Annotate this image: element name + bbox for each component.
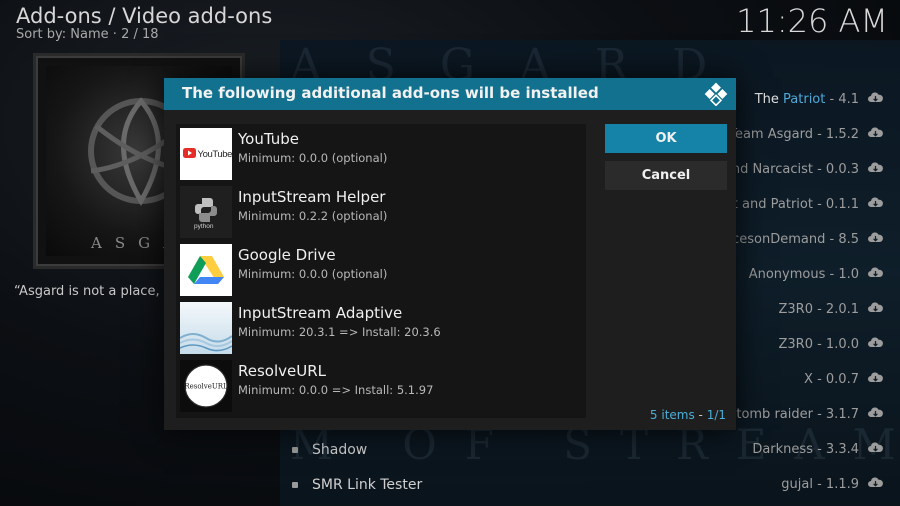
cloud-download-icon bbox=[867, 231, 884, 248]
addon-list-item[interactable]: SMR Link Tester gujal - 1.1.9 bbox=[280, 467, 900, 502]
cloud-download-icon bbox=[867, 91, 884, 108]
cloud-download-icon bbox=[867, 301, 884, 318]
cloud-download-icon bbox=[867, 126, 884, 143]
list-position: 2 / 18 bbox=[121, 27, 159, 42]
addon-author-prefix: tomb raider - 3.1.7 bbox=[736, 407, 859, 422]
sort-label: Sort by: Name bbox=[16, 27, 109, 42]
addon-name: Shadow bbox=[312, 441, 368, 458]
page-separator: - bbox=[694, 408, 707, 422]
clock: 11:26 AM bbox=[736, 2, 888, 40]
addon-author-prefix: Darkness - 3.3.4 bbox=[752, 442, 859, 457]
addon-author-prefix: gujal - 1.1.9 bbox=[781, 477, 859, 492]
dependency-item-youtube[interactable]: YouTube YouTube Minimum: 0.0.0 (optional… bbox=[178, 126, 584, 181]
addon-author-version: RacesonDemand - 8.5 bbox=[715, 232, 859, 247]
page-indicator: 1/1 bbox=[706, 408, 726, 422]
python-logo-text: python bbox=[194, 223, 214, 230]
addon-author-prefix: Anonymous - 1.0 bbox=[748, 267, 859, 282]
cloud-download-icon bbox=[867, 196, 884, 213]
addon-description: “Asgard is not a place, it” bbox=[14, 284, 164, 299]
addon-list-item-right: Z3R0 - 2.0.1 bbox=[778, 301, 884, 318]
cloud-download-icon bbox=[867, 441, 884, 458]
dependency-item-resolveurl[interactable]: ResolveURL ResolveURL Minimum: 0.0.0 => … bbox=[178, 358, 584, 413]
resolveurl-thumbnail: ResolveURL bbox=[180, 360, 232, 412]
addon-author-prefix: X - 0.0.7 bbox=[804, 372, 859, 387]
page-title: Add-ons / Video add-ons bbox=[16, 4, 273, 28]
addon-author-version: Team Asgard - 1.5.2 bbox=[729, 127, 859, 142]
addon-list-item-right: Team Asgard - 1.5.2 bbox=[729, 126, 884, 143]
dependency-version: Minimum: 0.0.0 (optional) bbox=[238, 151, 388, 165]
cloud-download-icon bbox=[867, 406, 884, 423]
item-count: 5 items - 1/1 bbox=[650, 408, 726, 422]
addon-name: SMR Link Tester bbox=[312, 476, 423, 493]
addon-list-item-right: gujal - 1.1.9 bbox=[781, 476, 884, 493]
resolveurl-logo-text: ResolveURL bbox=[184, 383, 228, 391]
addon-author-prefix: Z3R0 - 1.0.0 bbox=[778, 337, 859, 352]
bullet-icon bbox=[292, 446, 298, 453]
cancel-button[interactable]: Cancel bbox=[605, 161, 727, 190]
addon-version: - 4.1 bbox=[825, 92, 859, 107]
addon-author-version: Z3R0 - 2.0.1 bbox=[778, 302, 859, 317]
addon-list-item-right: Darkness - 3.3.4 bbox=[752, 441, 884, 458]
cloud-download-icon bbox=[867, 476, 884, 493]
addon-author-prefix: RacesonDemand - 8.5 bbox=[715, 232, 859, 247]
addon-author-prefix: Team Asgard - 1.5.2 bbox=[729, 127, 859, 142]
dependency-name: ResolveURL bbox=[238, 362, 327, 380]
addon-list-item-right: Anonymous - 1.0 bbox=[749, 266, 884, 283]
cloud-download-icon bbox=[867, 161, 884, 178]
dependency-version: Minimum: 0.0.0 => Install: 5.1.97 bbox=[238, 383, 434, 397]
dependency-version: Minimum: 20.3.1 => Install: 20.3.6 bbox=[238, 325, 441, 339]
sort-info: Sort by: Name · 2 / 18 bbox=[16, 27, 159, 42]
cloud-download-icon bbox=[867, 266, 884, 283]
cloud-download-icon bbox=[867, 336, 884, 353]
python-thumbnail: python bbox=[180, 186, 232, 238]
addon-author-version: The Patriot - 4.1 bbox=[755, 92, 859, 107]
youtube-logo-text: YouTube bbox=[198, 149, 233, 160]
dependency-version: Minimum: 0.0.0 (optional) bbox=[238, 267, 388, 281]
addon-author-version: gujal - 1.1.9 bbox=[781, 477, 859, 492]
dependency-name: InputStream Helper bbox=[238, 188, 386, 206]
bullet-icon bbox=[292, 481, 298, 488]
addon-list-item-right: Z3R0 - 1.0.0 bbox=[778, 336, 884, 353]
install-dependencies-dialog: The following additional add-ons will be… bbox=[164, 78, 736, 430]
addon-author-prefix: The bbox=[754, 92, 784, 107]
dependency-version: Minimum: 0.2.2 (optional) bbox=[238, 209, 388, 223]
dependency-item-inputstream-helper[interactable]: python InputStream Helper Minimum: 0.2.2… bbox=[178, 184, 584, 239]
addon-list-item-right: X - 0.0.7 bbox=[804, 371, 884, 388]
ok-button[interactable]: OK bbox=[605, 124, 727, 153]
addon-list-item-left: SMR Link Tester bbox=[292, 477, 422, 493]
addon-author-highlight: Patriot bbox=[783, 92, 826, 107]
dependency-name: Google Drive bbox=[238, 246, 336, 264]
addon-author-version: Anonymous - 1.0 bbox=[749, 267, 859, 282]
addon-author-prefix: Z3R0 - 2.0.1 bbox=[778, 302, 859, 317]
addon-author-version: Z3R0 - 1.0.0 bbox=[778, 337, 859, 352]
addon-list-item-right: The Patriot - 4.1 bbox=[755, 91, 884, 108]
addon-author-version: X - 0.0.7 bbox=[804, 372, 859, 387]
dependency-name: YouTube bbox=[238, 130, 299, 148]
youtube-thumbnail: YouTube bbox=[180, 128, 232, 180]
inputstream-adaptive-thumbnail bbox=[180, 302, 232, 354]
addon-list-item-right: tomb raider - 3.1.7 bbox=[736, 406, 884, 423]
google-drive-thumbnail bbox=[180, 244, 232, 296]
item-count-total: 5 items bbox=[649, 408, 695, 422]
dependency-list: YouTube YouTube Minimum: 0.0.0 (optional… bbox=[176, 124, 586, 418]
dialog-header: The following additional add-ons will be… bbox=[164, 78, 736, 110]
dependency-item-inputstream-adaptive[interactable]: InputStream Adaptive Minimum: 20.3.1 => … bbox=[178, 300, 584, 355]
dialog-title: The following additional add-ons will be… bbox=[182, 84, 599, 102]
dependency-name: InputStream Adaptive bbox=[238, 304, 403, 322]
addon-author-version: tomb raider - 3.1.7 bbox=[736, 407, 859, 422]
separator: · bbox=[112, 27, 122, 42]
addon-list-item[interactable]: Shadow Darkness - 3.3.4 bbox=[280, 432, 900, 467]
dependency-item-google-drive[interactable]: Google Drive Minimum: 0.0.0 (optional) bbox=[178, 242, 584, 297]
addon-author-version: Darkness - 3.3.4 bbox=[752, 442, 859, 457]
kodi-logo-icon bbox=[704, 82, 728, 106]
addon-list-item-right: RacesonDemand - 8.5 bbox=[715, 231, 884, 248]
addon-list-item-left: Shadow bbox=[292, 442, 367, 458]
cloud-download-icon bbox=[867, 371, 884, 388]
